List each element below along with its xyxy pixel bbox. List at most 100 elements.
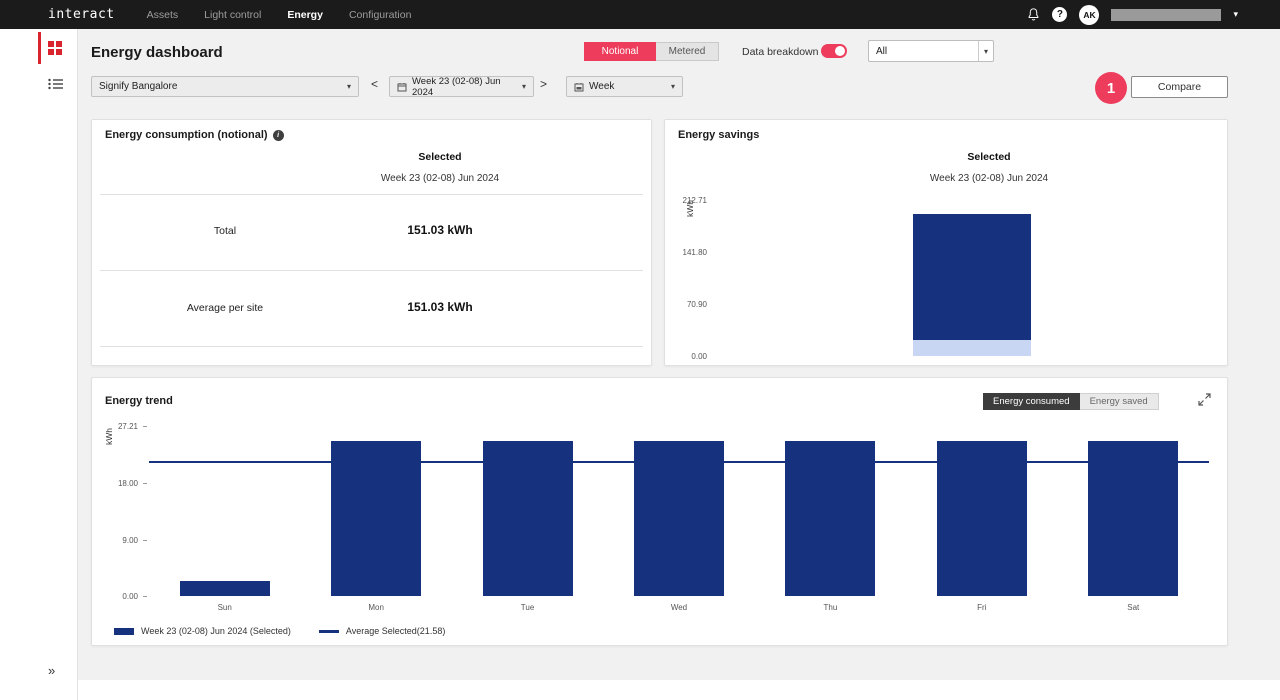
trend-column-wed: Wed: [603, 426, 754, 596]
savings-card-title: Energy savings: [678, 129, 759, 141]
legend-line-swatch: [319, 630, 339, 633]
caret-down-icon: ▾: [516, 82, 526, 91]
list-icon: [48, 77, 63, 95]
user-avatar[interactable]: AK: [1079, 5, 1099, 25]
trend-bar-fri: [937, 441, 1027, 596]
notifications-bell-icon[interactable]: [1027, 7, 1040, 22]
x-axis-label: Mon: [300, 603, 451, 612]
data-breakdown-label: Data breakdown: [742, 46, 818, 58]
trend-column-mon: Mon: [300, 426, 451, 596]
y-tick-label: 70.90: [665, 300, 707, 309]
y-tick-label: 141.80: [665, 248, 707, 257]
trend-bar-mon: [331, 441, 421, 596]
trend-bar-tue: [483, 441, 573, 596]
divider: [100, 346, 643, 347]
notional-metered-toggle: Notional Metered: [584, 42, 719, 61]
caret-down-icon: ▾: [665, 82, 675, 91]
expand-chart-icon[interactable]: [1198, 393, 1211, 411]
trend-series-toggle: Energy consumed Energy saved: [983, 393, 1159, 410]
trend-bar-thu: [785, 441, 875, 596]
nav-configuration[interactable]: Configuration: [349, 9, 411, 21]
savings-stacked-bar: [913, 200, 1031, 356]
trend-card-title: Energy trend: [105, 395, 173, 407]
savings-bar-consumed-segment: [913, 340, 1031, 356]
nav-light-control[interactable]: Light control: [204, 9, 261, 21]
y-tick-label: 0.00: [665, 352, 707, 361]
y-tick-label: 27.21: [92, 422, 138, 431]
left-sidebar: »: [0, 29, 78, 700]
y-tick-label: 0.00: [92, 592, 138, 601]
trend-bar-wed: [634, 441, 724, 596]
granularity-dropdown-value: Week: [589, 81, 614, 92]
energy-trend-card: Energy trend Energy consumed Energy save…: [91, 377, 1228, 646]
page-title: Energy dashboard: [91, 44, 223, 61]
trend-column-thu: Thu: [755, 426, 906, 596]
total-row-value: 151.03 kWh: [407, 223, 472, 237]
average-row-label: Average per site: [187, 302, 263, 314]
y-tick-mark: [143, 426, 147, 427]
caret-down-icon: ▾: [341, 82, 351, 91]
energy-saved-button[interactable]: Energy saved: [1080, 393, 1159, 410]
metered-button[interactable]: Metered: [656, 42, 719, 61]
x-axis-label: Sat: [1058, 603, 1209, 612]
granularity-dropdown[interactable]: Week ▾: [566, 76, 683, 97]
calendar-icon: [397, 82, 407, 92]
x-axis-label: Fri: [906, 603, 1057, 612]
trend-column-sat: Sat: [1058, 426, 1209, 596]
site-dropdown[interactable]: Signify Bangalore ▾: [91, 76, 359, 97]
sidebar-item-list[interactable]: [0, 67, 77, 105]
sidebar-item-dashboard[interactable]: [0, 29, 77, 67]
nav-assets[interactable]: Assets: [147, 9, 179, 21]
user-name-redacted[interactable]: [1111, 9, 1221, 21]
info-icon[interactable]: i: [273, 130, 284, 141]
legend-bar-swatch: [114, 628, 134, 635]
interact-logo: interact: [48, 7, 115, 22]
trend-legend: Week 23 (02-08) Jun 2024 (Selected) Aver…: [114, 626, 445, 636]
y-tick-label: 18.00: [92, 479, 138, 488]
period-dropdown-value: Week 23 (02-08) Jun 2024: [412, 76, 516, 98]
selected-column-header: Selected: [418, 151, 461, 163]
period-dropdown[interactable]: Week 23 (02-08) Jun 2024 ▾: [389, 76, 534, 97]
x-axis-label: Tue: [452, 603, 603, 612]
nav-energy[interactable]: Energy: [287, 9, 323, 21]
data-breakdown-toggle[interactable]: [821, 44, 847, 58]
trend-bar-sun: [180, 581, 270, 596]
selected-column-period: Week 23 (02-08) Jun 2024: [930, 173, 1048, 184]
annotation-step-1: 1: [1095, 72, 1127, 104]
selected-column-header: Selected: [967, 151, 1010, 163]
x-axis-label: Wed: [603, 603, 754, 612]
previous-period-chevron[interactable]: <: [371, 77, 378, 91]
site-dropdown-value: Signify Bangalore: [99, 81, 177, 92]
topbar-right-controls: ? AK ▾: [1027, 5, 1238, 25]
caret-down-icon: ▾: [978, 41, 993, 61]
main-nav: Assets Light control Energy Configuratio…: [147, 9, 412, 21]
trend-bar-chart: SunMonTueWedThuFriSat: [149, 426, 1209, 596]
trend-column-sun: Sun: [149, 426, 300, 596]
dashboard-grid-icon: [48, 41, 62, 55]
trend-column-tue: Tue: [452, 426, 603, 596]
consumption-card-title-text: Energy consumption (notional): [105, 129, 268, 141]
energy-consumed-button[interactable]: Energy consumed: [983, 393, 1080, 410]
trend-bar-sat: [1088, 441, 1178, 596]
energy-savings-card: Energy savings Selected Week 23 (02-08) …: [664, 119, 1228, 366]
sidebar-expand-icon[interactable]: »: [48, 663, 55, 678]
next-period-chevron[interactable]: >: [540, 77, 547, 91]
top-nav-bar: interact Assets Light control Energy Con…: [0, 0, 1280, 29]
scope-dropdown[interactable]: All ▾: [868, 40, 994, 62]
notional-button[interactable]: Notional: [584, 42, 656, 61]
y-tick-label: 212.71: [665, 196, 707, 205]
y-tick-mark: [143, 540, 147, 541]
consumption-card-title: Energy consumption (notional) i: [105, 129, 284, 141]
x-axis-label: Thu: [755, 603, 906, 612]
account-menu-caret-icon[interactable]: ▾: [1233, 9, 1238, 20]
total-row-label: Total: [214, 225, 236, 237]
average-row-value: 151.03 kWh: [407, 300, 472, 314]
x-axis-label: Sun: [149, 603, 300, 612]
compare-button[interactable]: Compare: [1131, 76, 1228, 98]
calendar-week-icon: [574, 82, 584, 92]
toggle-knob: [835, 46, 845, 56]
average-line: [149, 461, 1209, 463]
divider: [100, 270, 643, 271]
help-icon[interactable]: ?: [1052, 7, 1067, 22]
y-tick-label: 9.00: [92, 536, 138, 545]
